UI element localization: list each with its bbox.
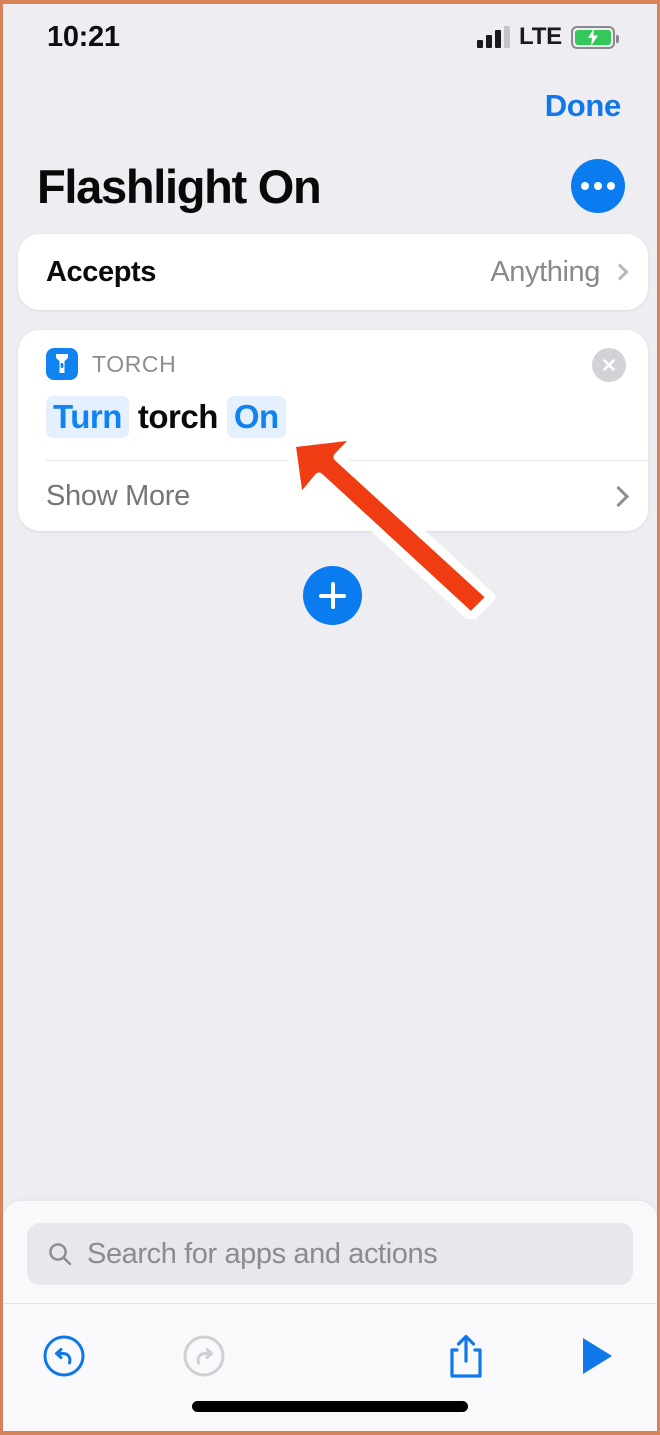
status-bar: 10:21 LTE bbox=[3, 4, 657, 70]
share-icon[interactable] bbox=[431, 1321, 501, 1391]
action-card-body: TORCH Turn torch On bbox=[18, 330, 648, 438]
show-more-row[interactable]: Show More bbox=[18, 461, 648, 531]
accepts-row[interactable]: Accepts Anything bbox=[18, 234, 648, 310]
nav-bar-actions: Done bbox=[545, 88, 622, 124]
bottom-panel bbox=[3, 1201, 657, 1431]
page-title: Flashlight On bbox=[37, 159, 322, 213]
undo-icon[interactable] bbox=[29, 1321, 99, 1391]
action-card-torch: TORCH Turn torch On Show More bbox=[18, 330, 648, 531]
chevron-right-icon bbox=[611, 263, 629, 281]
search-input[interactable] bbox=[87, 1237, 613, 1271]
action-token-state[interactable]: On bbox=[226, 396, 286, 438]
play-icon[interactable] bbox=[561, 1321, 631, 1391]
done-button[interactable]: Done bbox=[545, 88, 622, 124]
ellipsis-dot bbox=[581, 182, 589, 190]
search-container bbox=[3, 1201, 657, 1303]
phone-screen: 10:21 LTE Done Flashlight On Accepts Any… bbox=[0, 0, 660, 1435]
network-type-label: LTE bbox=[519, 23, 562, 50]
close-circle-icon[interactable] bbox=[592, 348, 626, 382]
accepts-label: Accepts bbox=[46, 255, 157, 288]
action-token-torch: torch bbox=[137, 398, 219, 435]
chevron-right-icon bbox=[607, 485, 630, 507]
flashlight-icon bbox=[46, 348, 78, 380]
action-token-turn[interactable]: Turn bbox=[46, 396, 129, 438]
action-card-header: TORCH bbox=[46, 348, 626, 380]
show-more-label: Show More bbox=[46, 479, 190, 512]
status-indicators: LTE bbox=[477, 23, 619, 51]
accepts-value-group: Anything bbox=[490, 255, 629, 289]
battery-charging-icon bbox=[571, 25, 619, 49]
action-phrase: Turn torch On bbox=[46, 396, 626, 438]
ellipsis-dot bbox=[594, 182, 602, 190]
editor-toolbar bbox=[3, 1303, 657, 1407]
accepts-value: Anything bbox=[490, 255, 600, 288]
ellipsis-icon[interactable] bbox=[571, 159, 625, 213]
cellular-bars-icon bbox=[477, 26, 511, 48]
redo-icon[interactable] bbox=[169, 1321, 239, 1391]
add-action-button[interactable] bbox=[303, 566, 362, 625]
search-field[interactable] bbox=[27, 1223, 633, 1285]
action-app-label: TORCH bbox=[92, 350, 177, 377]
ellipsis-dot bbox=[607, 182, 615, 190]
home-indicator bbox=[192, 1401, 468, 1412]
title-bar: Flashlight On bbox=[3, 152, 657, 220]
search-icon bbox=[49, 1243, 72, 1266]
status-time: 10:21 bbox=[47, 20, 120, 53]
